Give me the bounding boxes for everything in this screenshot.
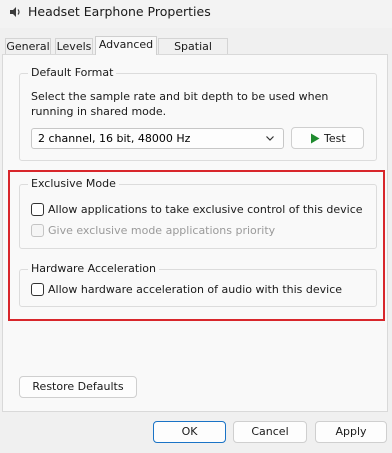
default-format-description: Select the sample rate and bit depth to … bbox=[31, 90, 329, 118]
format-dropdown[interactable]: 2 channel, 16 bit, 48000 Hz bbox=[31, 128, 284, 149]
window-title: Headset Earphone Properties bbox=[28, 4, 211, 19]
default-format-legend: Default Format bbox=[28, 66, 117, 79]
tab-general[interactable]: General bbox=[5, 38, 51, 54]
restore-defaults-button[interactable]: Restore Defaults bbox=[19, 376, 137, 398]
chevron-down-icon bbox=[266, 136, 274, 141]
default-format-group: Default Format Select the sample rate an… bbox=[19, 66, 377, 161]
title-bar: Headset Earphone Properties bbox=[0, 0, 392, 28]
tab-spatial-sound[interactable]: Spatial sound bbox=[158, 38, 228, 69]
tab-advanced[interactable]: Advanced bbox=[95, 36, 157, 55]
test-button[interactable]: Test bbox=[291, 127, 364, 149]
ok-button[interactable]: OK bbox=[153, 421, 226, 443]
format-dropdown-value: 2 channel, 16 bit, 48000 Hz bbox=[38, 132, 191, 145]
apply-button[interactable]: Apply bbox=[315, 421, 387, 443]
cancel-button[interactable]: Cancel bbox=[233, 421, 307, 443]
test-button-label: Test bbox=[324, 132, 346, 145]
play-icon bbox=[311, 133, 320, 144]
tab-levels[interactable]: Levels bbox=[55, 38, 93, 54]
speaker-icon bbox=[10, 7, 20, 17]
highlight-box bbox=[8, 170, 385, 321]
